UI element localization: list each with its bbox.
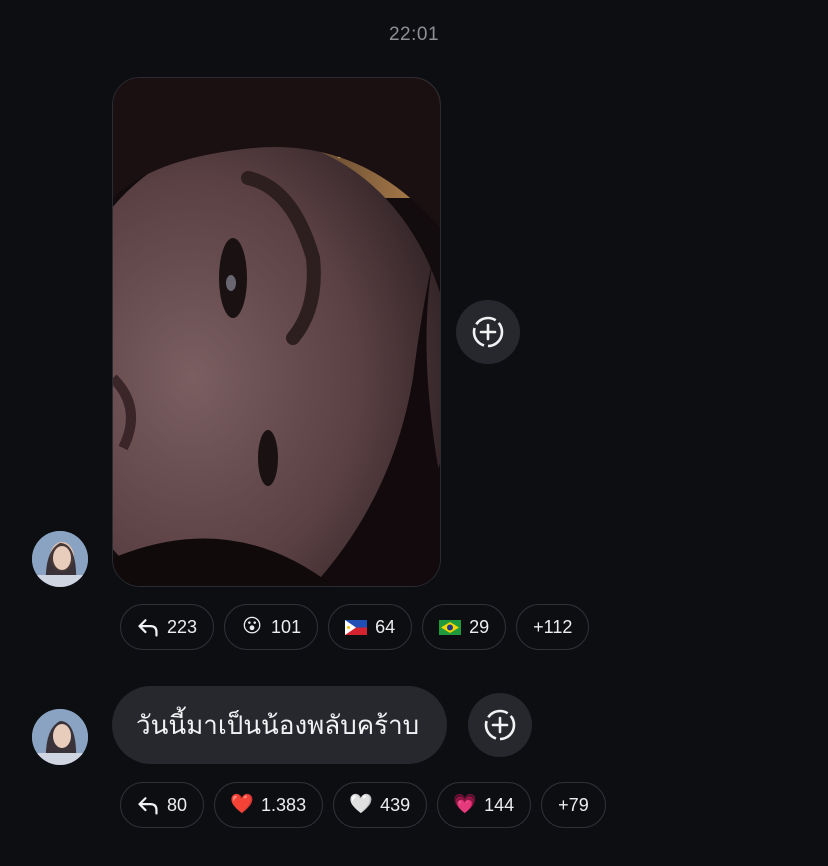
growing-heart-icon: 💗	[453, 794, 477, 815]
photo-message[interactable]	[112, 77, 441, 587]
brazil-flag-icon	[439, 616, 462, 638]
reaction-red-heart[interactable]: ❤️ 1.383	[214, 782, 324, 828]
reply-count: 80	[167, 794, 188, 815]
reaction-count: 144	[484, 794, 515, 815]
reaction-count: 1.383	[261, 794, 307, 815]
avatar-photo	[32, 531, 88, 587]
reaction-philippines-flag[interactable]: 64	[328, 604, 413, 650]
text-message-bubble[interactable]: วันนี้มาเป็นน้องพลับคร้าบ	[112, 686, 448, 764]
reaction-pink-heart[interactable]: 💗 144	[437, 782, 532, 828]
philippines-flag-icon	[345, 616, 368, 638]
reply-count-button[interactable]: 223	[120, 604, 215, 650]
more-reactions-count: +112	[533, 616, 573, 637]
add-circle-dashed-icon	[472, 316, 504, 348]
white-heart-icon: 🤍	[349, 794, 373, 815]
reply-count: 223	[167, 616, 198, 637]
reaction-surprised[interactable]: 😮 101	[224, 604, 319, 650]
more-reactions-button[interactable]: +112	[516, 604, 590, 650]
selfie-photo	[113, 78, 440, 586]
text-reactions: 80 ❤️ 1.383 🤍 439 💗 144 +79	[120, 782, 606, 830]
reaction-count: 64	[375, 616, 396, 637]
reaction-count: 29	[469, 616, 490, 637]
message-text: วันนี้มาเป็นน้องพลับคร้าบ	[136, 709, 420, 740]
share-to-story-button[interactable]	[468, 693, 532, 757]
message-timestamp: 22:01	[388, 24, 440, 45]
photo-reactions: 223 😮 101 64 29 +112	[120, 604, 590, 652]
avatar-photo	[32, 709, 88, 765]
reaction-count: 439	[380, 794, 411, 815]
surprised-face-icon: 😮	[242, 616, 262, 637]
sender-avatar[interactable]	[32, 531, 88, 587]
reply-icon	[137, 794, 159, 816]
add-circle-dashed-icon	[484, 709, 516, 741]
reply-icon	[137, 616, 159, 638]
red-heart-icon: ❤️	[230, 794, 254, 815]
sender-avatar[interactable]	[32, 709, 88, 765]
reply-count-button[interactable]: 80	[120, 782, 205, 828]
share-to-story-button[interactable]	[456, 300, 520, 364]
more-reactions-count: +79	[558, 794, 589, 815]
reaction-white-heart[interactable]: 🤍 439	[333, 782, 428, 828]
more-reactions-button[interactable]: +79	[541, 782, 606, 828]
reaction-count: 101	[271, 616, 302, 637]
reaction-brazil-flag[interactable]: 29	[422, 604, 507, 650]
